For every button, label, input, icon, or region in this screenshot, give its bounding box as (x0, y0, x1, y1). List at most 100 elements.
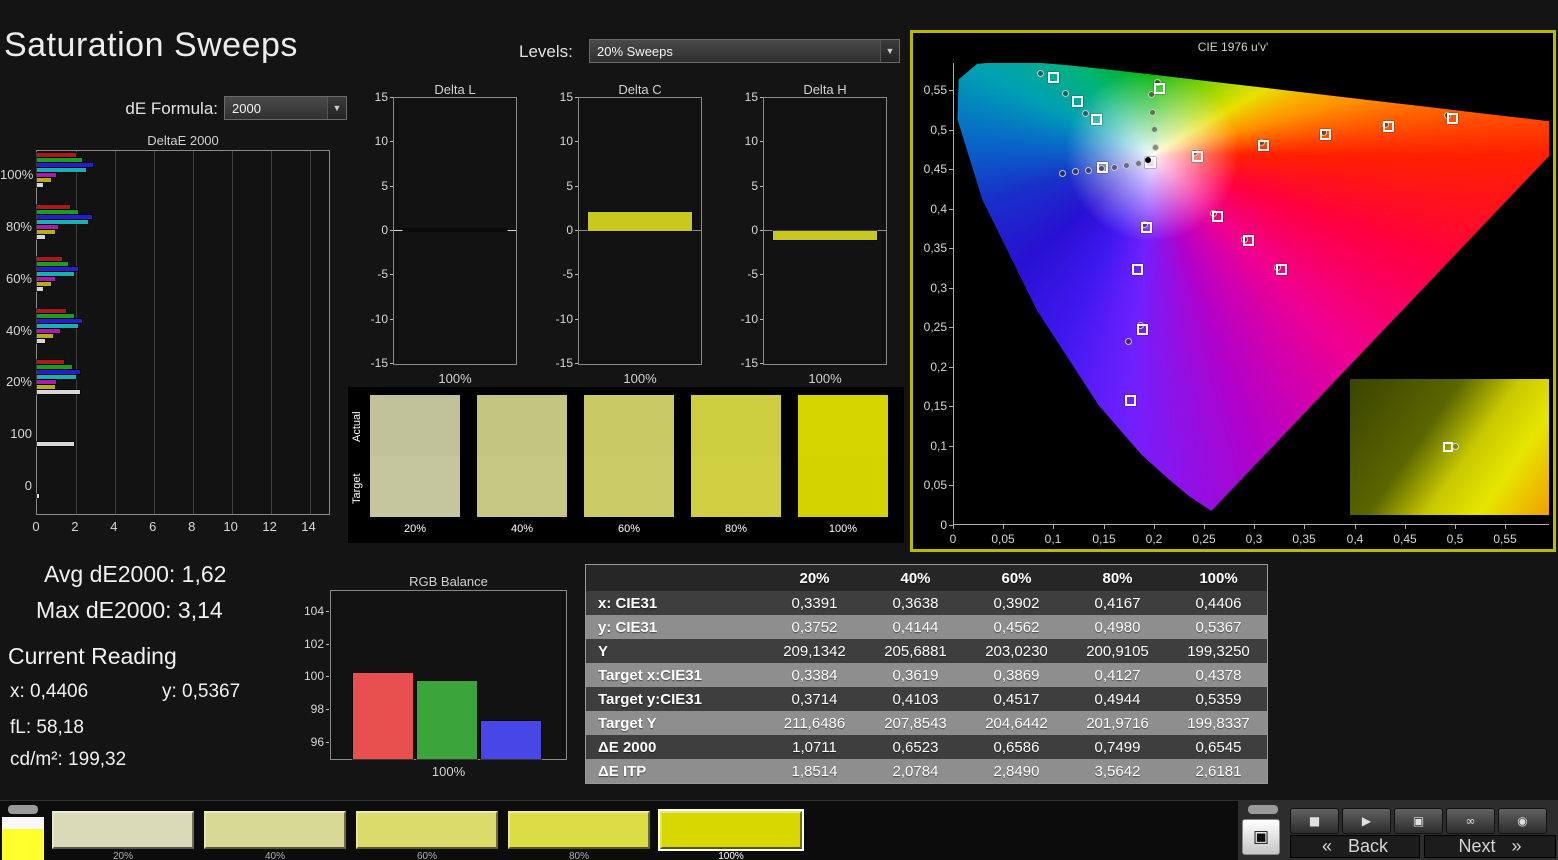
delta-y-tick-label: 15 (548, 90, 573, 104)
delta-bar (588, 212, 692, 231)
cie-y-tick-label: 0 (915, 518, 947, 532)
cie-y-tick (949, 485, 953, 486)
swatch-level-label: 60% (584, 523, 674, 535)
chevron-right-icon: » (1512, 836, 1522, 857)
rgb-y-tick (326, 611, 329, 612)
table-header-cell: 40% (865, 570, 966, 587)
level-swatch-40%[interactable] (204, 811, 346, 849)
deltae-bar (37, 282, 51, 286)
deltae-bar (37, 329, 60, 333)
deltae-bar (37, 494, 39, 498)
deltae-bar (37, 257, 62, 261)
delta-y-tick-label: 5 (548, 179, 573, 193)
deltae-bar (37, 183, 43, 187)
continuous-measure-button[interactable]: ∞ (1446, 808, 1495, 834)
results-table: 20%40%60%80%100%x: CIE310,33910,36380,39… (585, 564, 1268, 784)
deltae-bar (37, 215, 92, 219)
splitter-handle[interactable] (8, 805, 38, 814)
current-patch-white-strip (2, 817, 44, 829)
target-swatch (477, 456, 567, 517)
table-value-cell: 0,3752 (764, 619, 865, 636)
level-swatch-label: 20% (52, 851, 194, 860)
cie-x-tick (1355, 525, 1356, 529)
cie-x-tick-label: 0,1 (1035, 532, 1071, 546)
patch-window-button[interactable]: ▣ (1242, 819, 1280, 855)
deltae-bar (37, 225, 58, 229)
delta-l-plot (393, 97, 517, 365)
table-value-cell: 0,4980 (1067, 619, 1168, 636)
cie-y-tick (949, 525, 953, 526)
delta-y-tick (760, 97, 763, 98)
cie-y-tick-label: 0,45 (915, 162, 947, 176)
current-fl-stat: fL: 58,18 (10, 717, 84, 739)
target-square (1154, 83, 1165, 94)
view-button[interactable]: ◉ (1498, 808, 1547, 834)
deltae-gridline (115, 151, 116, 514)
deltae-y-tick-label: 40% (0, 323, 32, 338)
table-value-cell: 207,8543 (865, 715, 966, 732)
delta-h-plot (763, 97, 887, 365)
deltae-bar (37, 309, 66, 313)
cie-x-tick (1505, 525, 1506, 529)
deltae-bar (37, 163, 93, 167)
deltae-bar (37, 205, 70, 209)
delta-y-tick (575, 363, 578, 364)
table-value-cell: 204,6442 (966, 715, 1067, 732)
de-formula-dropdown[interactable]: 2000 ▼ (224, 96, 347, 120)
deltae-gridline (154, 151, 155, 514)
levels-dropdown[interactable]: 20% Sweeps ▼ (589, 39, 900, 63)
delta-y-tick (760, 319, 763, 320)
table-value-cell: 0,4562 (966, 619, 1067, 636)
deltae-bar (37, 385, 55, 389)
deltae-gridline (310, 151, 311, 514)
level-swatch-60%[interactable] (356, 811, 498, 849)
rgb-balance-x-label: 100% (330, 764, 567, 779)
table-header-cell: 100% (1168, 570, 1269, 587)
back-button[interactable]: « Back (1290, 835, 1420, 858)
level-swatch-label: 60% (356, 851, 498, 860)
cie-y-tick-label: 0,5 (915, 123, 947, 137)
deltae-bar (37, 442, 74, 446)
table-value-cell: 0,4144 (865, 619, 966, 636)
stop-button[interactable]: ■ (1290, 808, 1339, 834)
delta-y-tick-label: -15 (548, 356, 573, 370)
deltae-y-tick-label: 0 (0, 478, 32, 493)
cie-x-tick-label: 0,45 (1387, 532, 1423, 546)
delta-y-tick-label: 15 (363, 90, 388, 104)
level-swatch-80%[interactable] (508, 811, 650, 849)
cie-y-tick-label: 0,3 (915, 281, 947, 295)
single-measure-button[interactable]: ▣ (1394, 808, 1443, 834)
cie-x-tick (1204, 525, 1205, 529)
table-row-label: Target Y (586, 715, 764, 732)
splitter-handle[interactable] (1248, 805, 1278, 814)
play-icon: ▶ (1362, 814, 1371, 828)
rgb-y-tick-label: 100 (296, 669, 324, 683)
rgb-y-tick-label: 96 (296, 735, 324, 749)
delta-y-tick-label: -10 (548, 312, 573, 326)
next-button[interactable]: Next » (1424, 835, 1556, 858)
delta-y-tick-label: 10 (363, 134, 388, 148)
level-swatch-100%[interactable] (660, 811, 802, 849)
delta-bar (403, 229, 507, 231)
actual-swatch (477, 395, 567, 456)
cie-inset-preview (1350, 379, 1549, 515)
rgb-balance-panel: RGB Balance 100% 1041021009896 (296, 574, 600, 786)
actual-swatch (691, 395, 781, 456)
deltae-bar (37, 158, 82, 162)
deltae-bar (37, 178, 51, 182)
delta-y-tick (390, 363, 393, 364)
green-bar (417, 681, 477, 759)
app-root: Saturation Sweeps dE Formula: 2000 ▼ Lev… (0, 0, 1558, 860)
table-value-cell: 0,4517 (966, 691, 1067, 708)
next-button-label: Next (1458, 836, 1495, 857)
table-row: Y209,1342205,6881203,0230200,9105199,325… (586, 639, 1267, 663)
table-value-cell: 199,8337 (1168, 715, 1269, 732)
play-button[interactable]: ▶ (1342, 808, 1391, 834)
deltae-x-tick-label: 12 (258, 519, 282, 534)
delta-y-tick-label: -15 (733, 356, 758, 370)
cie-x-tick-label: 0,05 (985, 532, 1021, 546)
rgb-y-tick (326, 644, 329, 645)
deltae-x-tick-label: 0 (24, 519, 48, 534)
deltae-bar (37, 272, 74, 276)
level-swatch-20%[interactable] (52, 811, 194, 849)
